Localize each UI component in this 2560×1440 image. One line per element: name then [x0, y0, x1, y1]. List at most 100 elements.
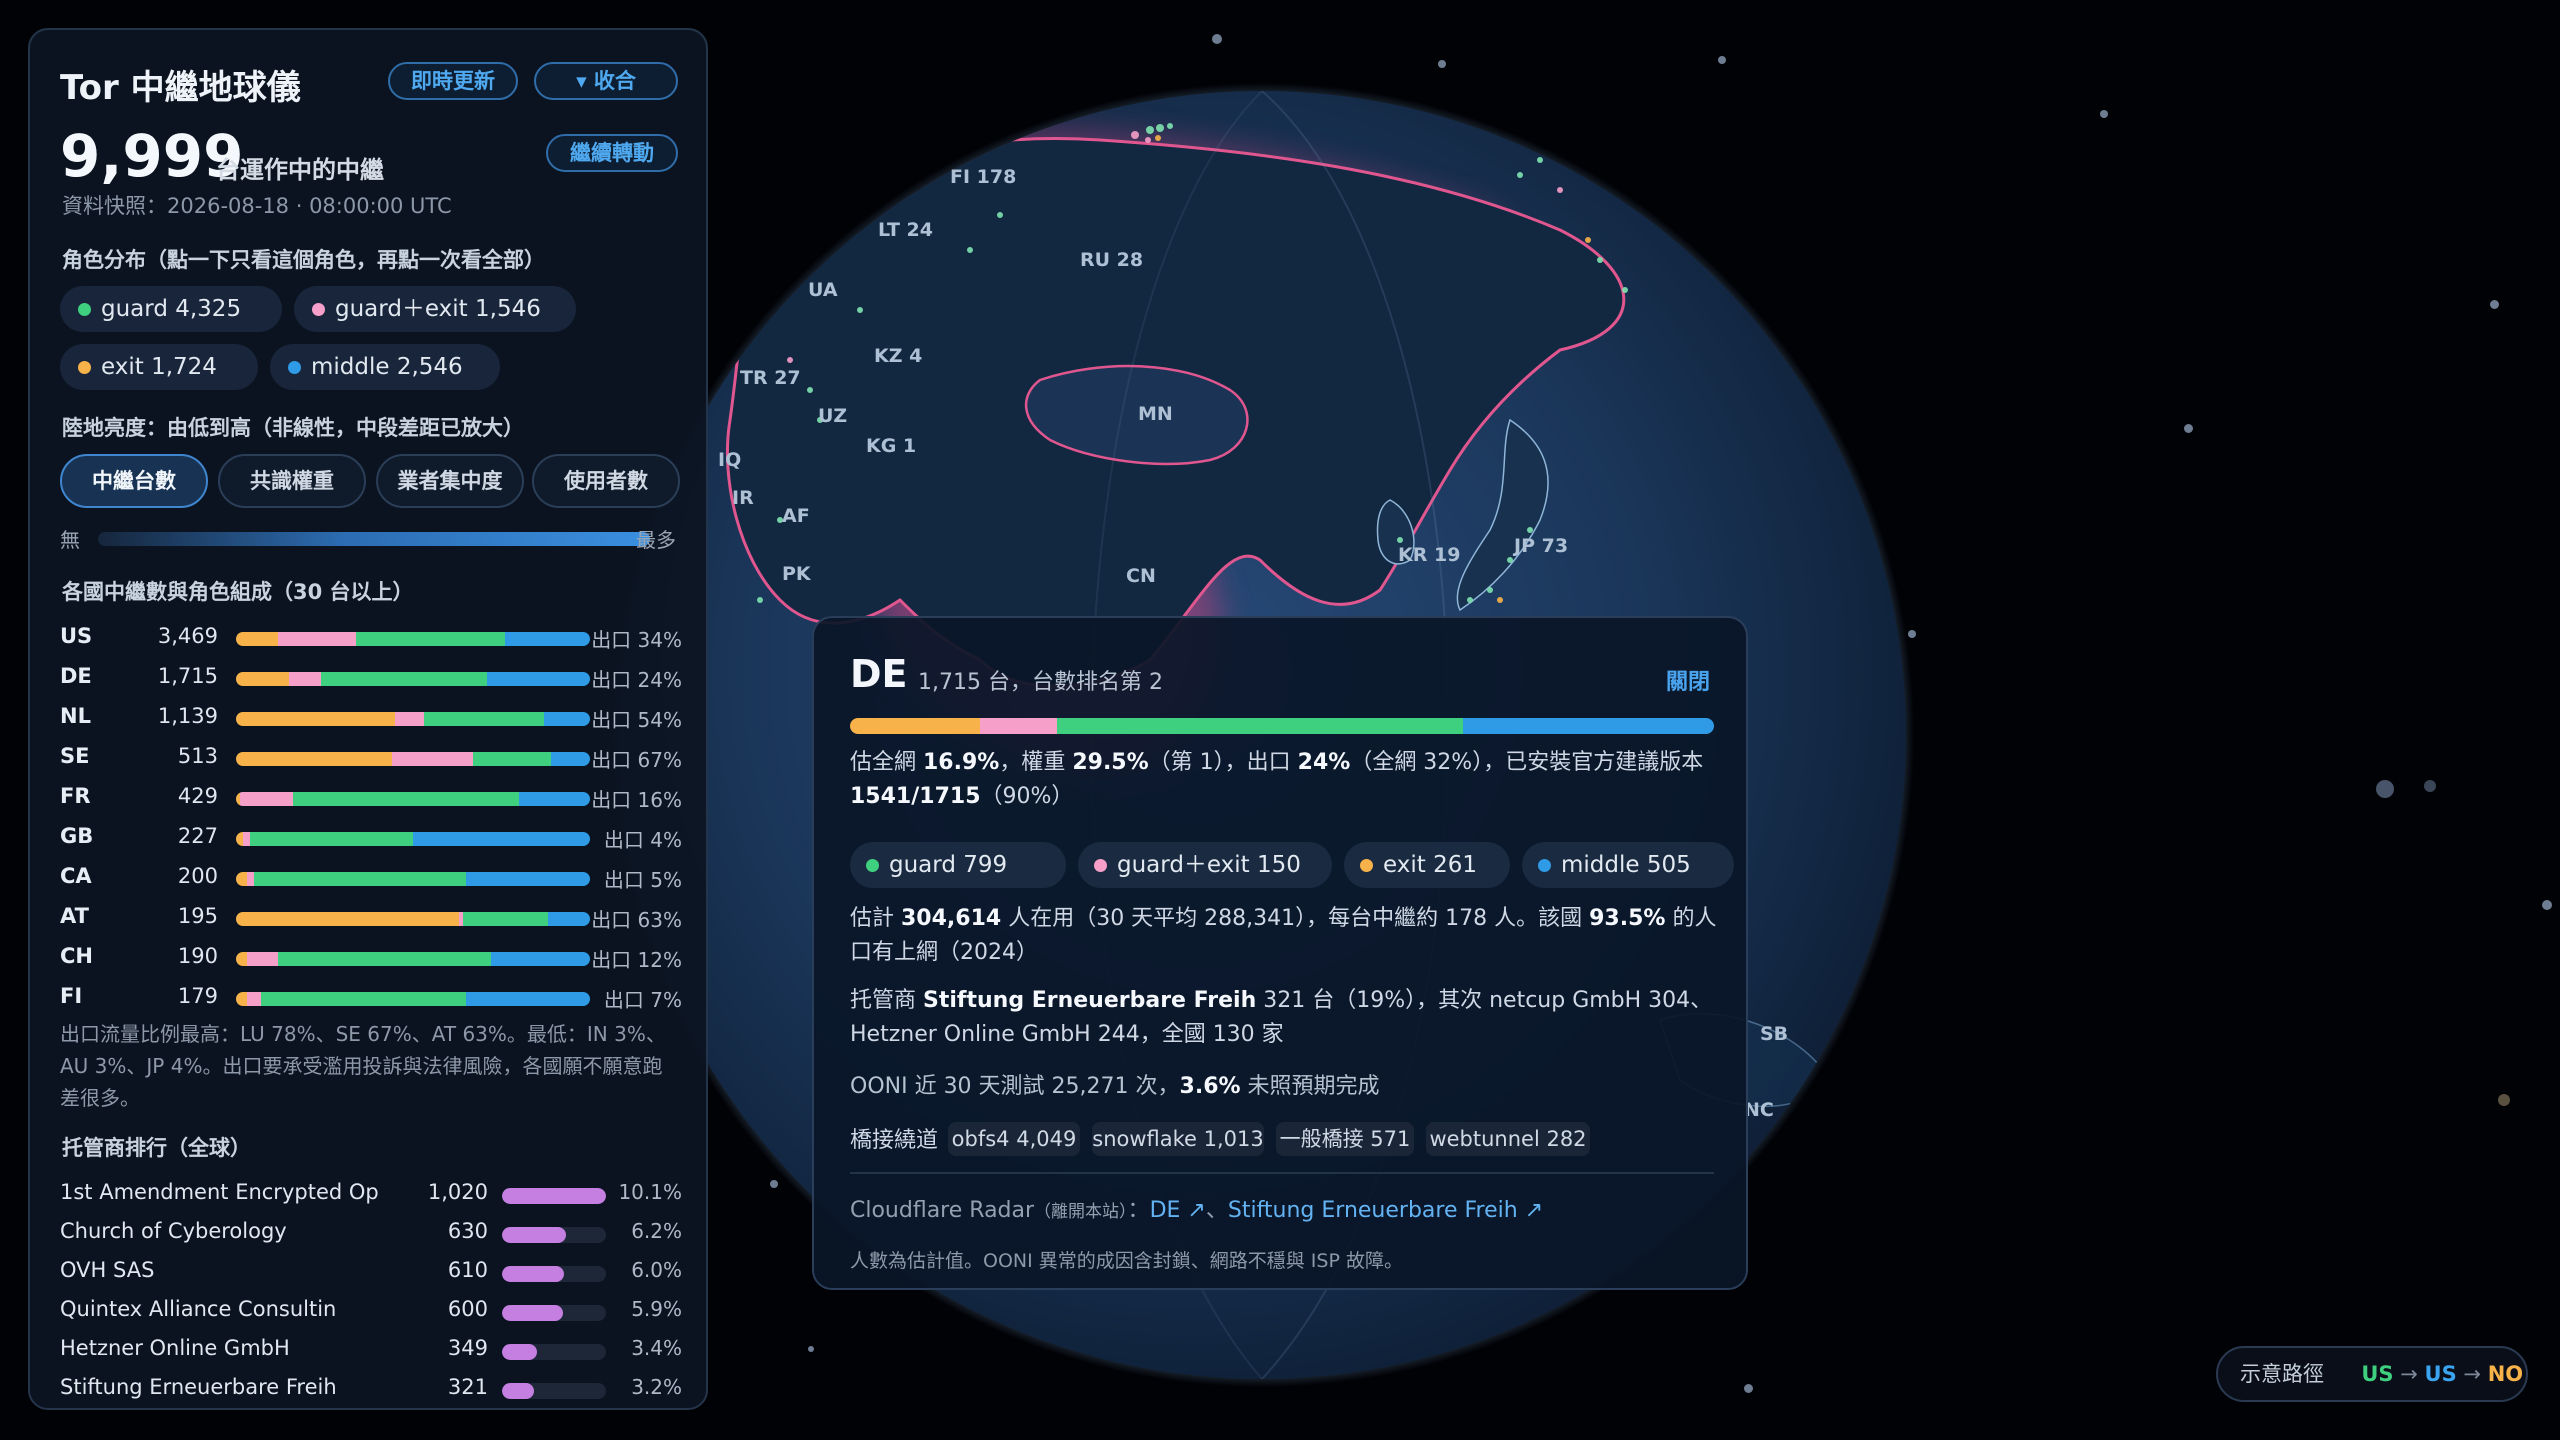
country-row[interactable]: FR 429 出口 16%	[60, 780, 682, 816]
role-bar-segment	[487, 672, 590, 686]
country-row[interactable]: AT 195 出口 63%	[60, 900, 682, 936]
mode-button-users[interactable]: 使用者數	[532, 454, 680, 508]
country-label-kg[interactable]: KG 1	[866, 435, 916, 457]
country-label-jp[interactable]: JP 73	[1512, 535, 1568, 557]
country-row[interactable]: DE 1,715 出口 24%	[60, 660, 682, 696]
country-label-nc[interactable]: NC	[1744, 1099, 1774, 1121]
radar-link-country[interactable]: DE ↗	[1150, 1198, 1206, 1223]
role-chip-label: middle 2,546	[311, 354, 463, 380]
country-label-ua[interactable]: UA	[808, 279, 838, 301]
role-bar-segment	[505, 632, 590, 646]
role-chip-middle[interactable]: middle 2,546	[270, 344, 500, 390]
bridge-tag-obfs4: obfs4 4,049	[948, 1122, 1080, 1156]
route-badge[interactable]: 示意路徑 US → US → NO	[2216, 1346, 2528, 1402]
country-label-mn[interactable]: MN	[1138, 403, 1173, 425]
host-share-track	[502, 1305, 606, 1321]
collapse-button[interactable]: ▾ 收合	[534, 62, 678, 100]
host-share-fill	[502, 1344, 538, 1360]
host-name: OVH SAS	[60, 1258, 155, 1282]
guard-dot-icon	[866, 859, 879, 872]
popup-role-chip-exit[interactable]: exit 261	[1344, 842, 1510, 888]
popup-host-text: 托管商 Stiftung Erneuerbare Freih 321 台（19%…	[850, 988, 1713, 1047]
host-row[interactable]: Stiftung Erneuerbare Freih 321 3.2%	[60, 1371, 682, 1407]
role-bar-segment	[236, 992, 247, 1006]
role-bar-segment	[320, 672, 488, 686]
popup-role-chip-guard-exit[interactable]: guard＋exit 150	[1078, 842, 1332, 888]
country-code: SE	[60, 744, 90, 768]
country-row[interactable]: GB 227 出口 4%	[60, 820, 682, 856]
role-bar-segment	[250, 832, 413, 846]
country-label-uz[interactable]: UZ	[818, 405, 847, 427]
country-exit-share: 出口 7%	[603, 988, 682, 1012]
popup-ooni-text: OONI 近 30 天測試 25,271 次，3.6% 未照預期完成	[850, 1074, 1380, 1099]
country-role-bar	[236, 792, 590, 806]
role-bar-segment	[466, 992, 590, 1006]
host-row[interactable]: Church of Cyberology 630 6.2%	[60, 1215, 682, 1251]
host-share-track	[502, 1383, 606, 1399]
country-count: 195	[177, 904, 218, 928]
radar-links: Cloudflare Radar（離開本站）：DE ↗、Stiftung Ern…	[850, 1198, 1544, 1223]
role-bar-segment	[260, 992, 467, 1006]
host-row[interactable]: Hetzner Online GmbH 349 3.4%	[60, 1332, 682, 1368]
radar-link-host[interactable]: Stiftung Erneuerbare Freih ↗	[1228, 1198, 1543, 1223]
country-count: 3,469	[157, 624, 218, 648]
role-bar-segment	[1057, 718, 1464, 734]
country-label-ir[interactable]: IR	[732, 487, 754, 509]
close-button[interactable]: 關閉	[1666, 664, 1710, 696]
country-exit-share: 出口 54%	[591, 708, 682, 732]
country-label-tr[interactable]: TR 27	[740, 367, 801, 389]
country-label-kz[interactable]: KZ 4	[874, 345, 922, 367]
country-row[interactable]: CA 200 出口 5%	[60, 860, 682, 896]
country-row[interactable]: NL 1,139 出口 54%	[60, 700, 682, 736]
country-label-sb[interactable]: SB	[1760, 1023, 1788, 1045]
host-share-fill	[502, 1266, 565, 1282]
mode-button-relay-count[interactable]: 中繼台數	[60, 454, 208, 508]
panel-title: Tor 中繼地球儀	[60, 68, 301, 108]
host-share-fill	[502, 1383, 535, 1399]
country-label-af[interactable]: AF	[782, 505, 810, 527]
host-row[interactable]: OVH SAS 610 6.0%	[60, 1254, 682, 1290]
country-exit-share: 出口 16%	[591, 788, 682, 812]
scale-max-label: 最多	[636, 528, 676, 552]
country-label-cn[interactable]: CN	[1126, 565, 1156, 587]
role-bar-segment	[391, 752, 474, 766]
host-count: 321	[447, 1375, 488, 1399]
host-share-fill	[502, 1188, 606, 1204]
country-label-fi[interactable]: FI 178	[950, 166, 1016, 188]
host-row[interactable]: Quintex Alliance Consultin 600 5.9%	[60, 1293, 682, 1329]
country-row[interactable]: FI 179 出口 7%	[60, 980, 682, 1016]
popup-role-chip-guard[interactable]: guard 799	[850, 842, 1066, 888]
country-count: 1,715	[157, 664, 218, 688]
role-bar-segment	[246, 872, 254, 886]
country-row[interactable]: US 3,469 出口 34%	[60, 620, 682, 656]
mode-button-provider-concentration[interactable]: 業者集中度	[376, 454, 524, 508]
country-label-kr[interactable]: KR 19	[1398, 544, 1460, 566]
country-label-iq[interactable]: IQ	[718, 449, 741, 471]
refresh-button[interactable]: 即時更新	[388, 62, 518, 100]
role-bar-segment	[473, 752, 552, 766]
host-row[interactable]: 1st Amendment Encrypted Op 1,020 10.1%	[60, 1176, 682, 1212]
bridge-tag-webtunnel: webtunnel 282	[1426, 1122, 1590, 1156]
country-label-ru[interactable]: RU 28	[1080, 249, 1143, 271]
bridge-tag-snowflake: snowflake 1,013	[1092, 1122, 1264, 1156]
host-name: Quintex Alliance Consultin	[60, 1297, 337, 1321]
country-row[interactable]: CH 190 出口 12%	[60, 940, 682, 976]
host-name: Stiftung Erneuerbare Freih	[60, 1375, 337, 1399]
middle-dot-icon	[1538, 859, 1551, 872]
role-bar-segment	[239, 792, 293, 806]
country-label-pk[interactable]: PK	[782, 563, 812, 585]
country-role-bar	[236, 672, 590, 686]
role-chip-guard-exit[interactable]: guard＋exit 1,546	[294, 286, 576, 332]
country-row[interactable]: SE 513 出口 67%	[60, 740, 682, 776]
country-count: 179	[177, 984, 218, 1008]
role-bar-segment	[356, 632, 506, 646]
country-exit-share: 出口 4%	[603, 828, 682, 852]
popup-role-chip-middle[interactable]: middle 505	[1522, 842, 1734, 888]
role-bar-segment	[236, 832, 244, 846]
rotate-button[interactable]: 繼續轉動	[546, 134, 678, 172]
role-chip-exit[interactable]: exit 1,724	[60, 344, 258, 390]
country-label-lt[interactable]: LT 24	[878, 219, 933, 241]
role-chip-guard[interactable]: guard 4,325	[60, 286, 282, 332]
role-bar-segment	[253, 872, 467, 886]
mode-button-consensus-weight[interactable]: 共識權重	[218, 454, 366, 508]
